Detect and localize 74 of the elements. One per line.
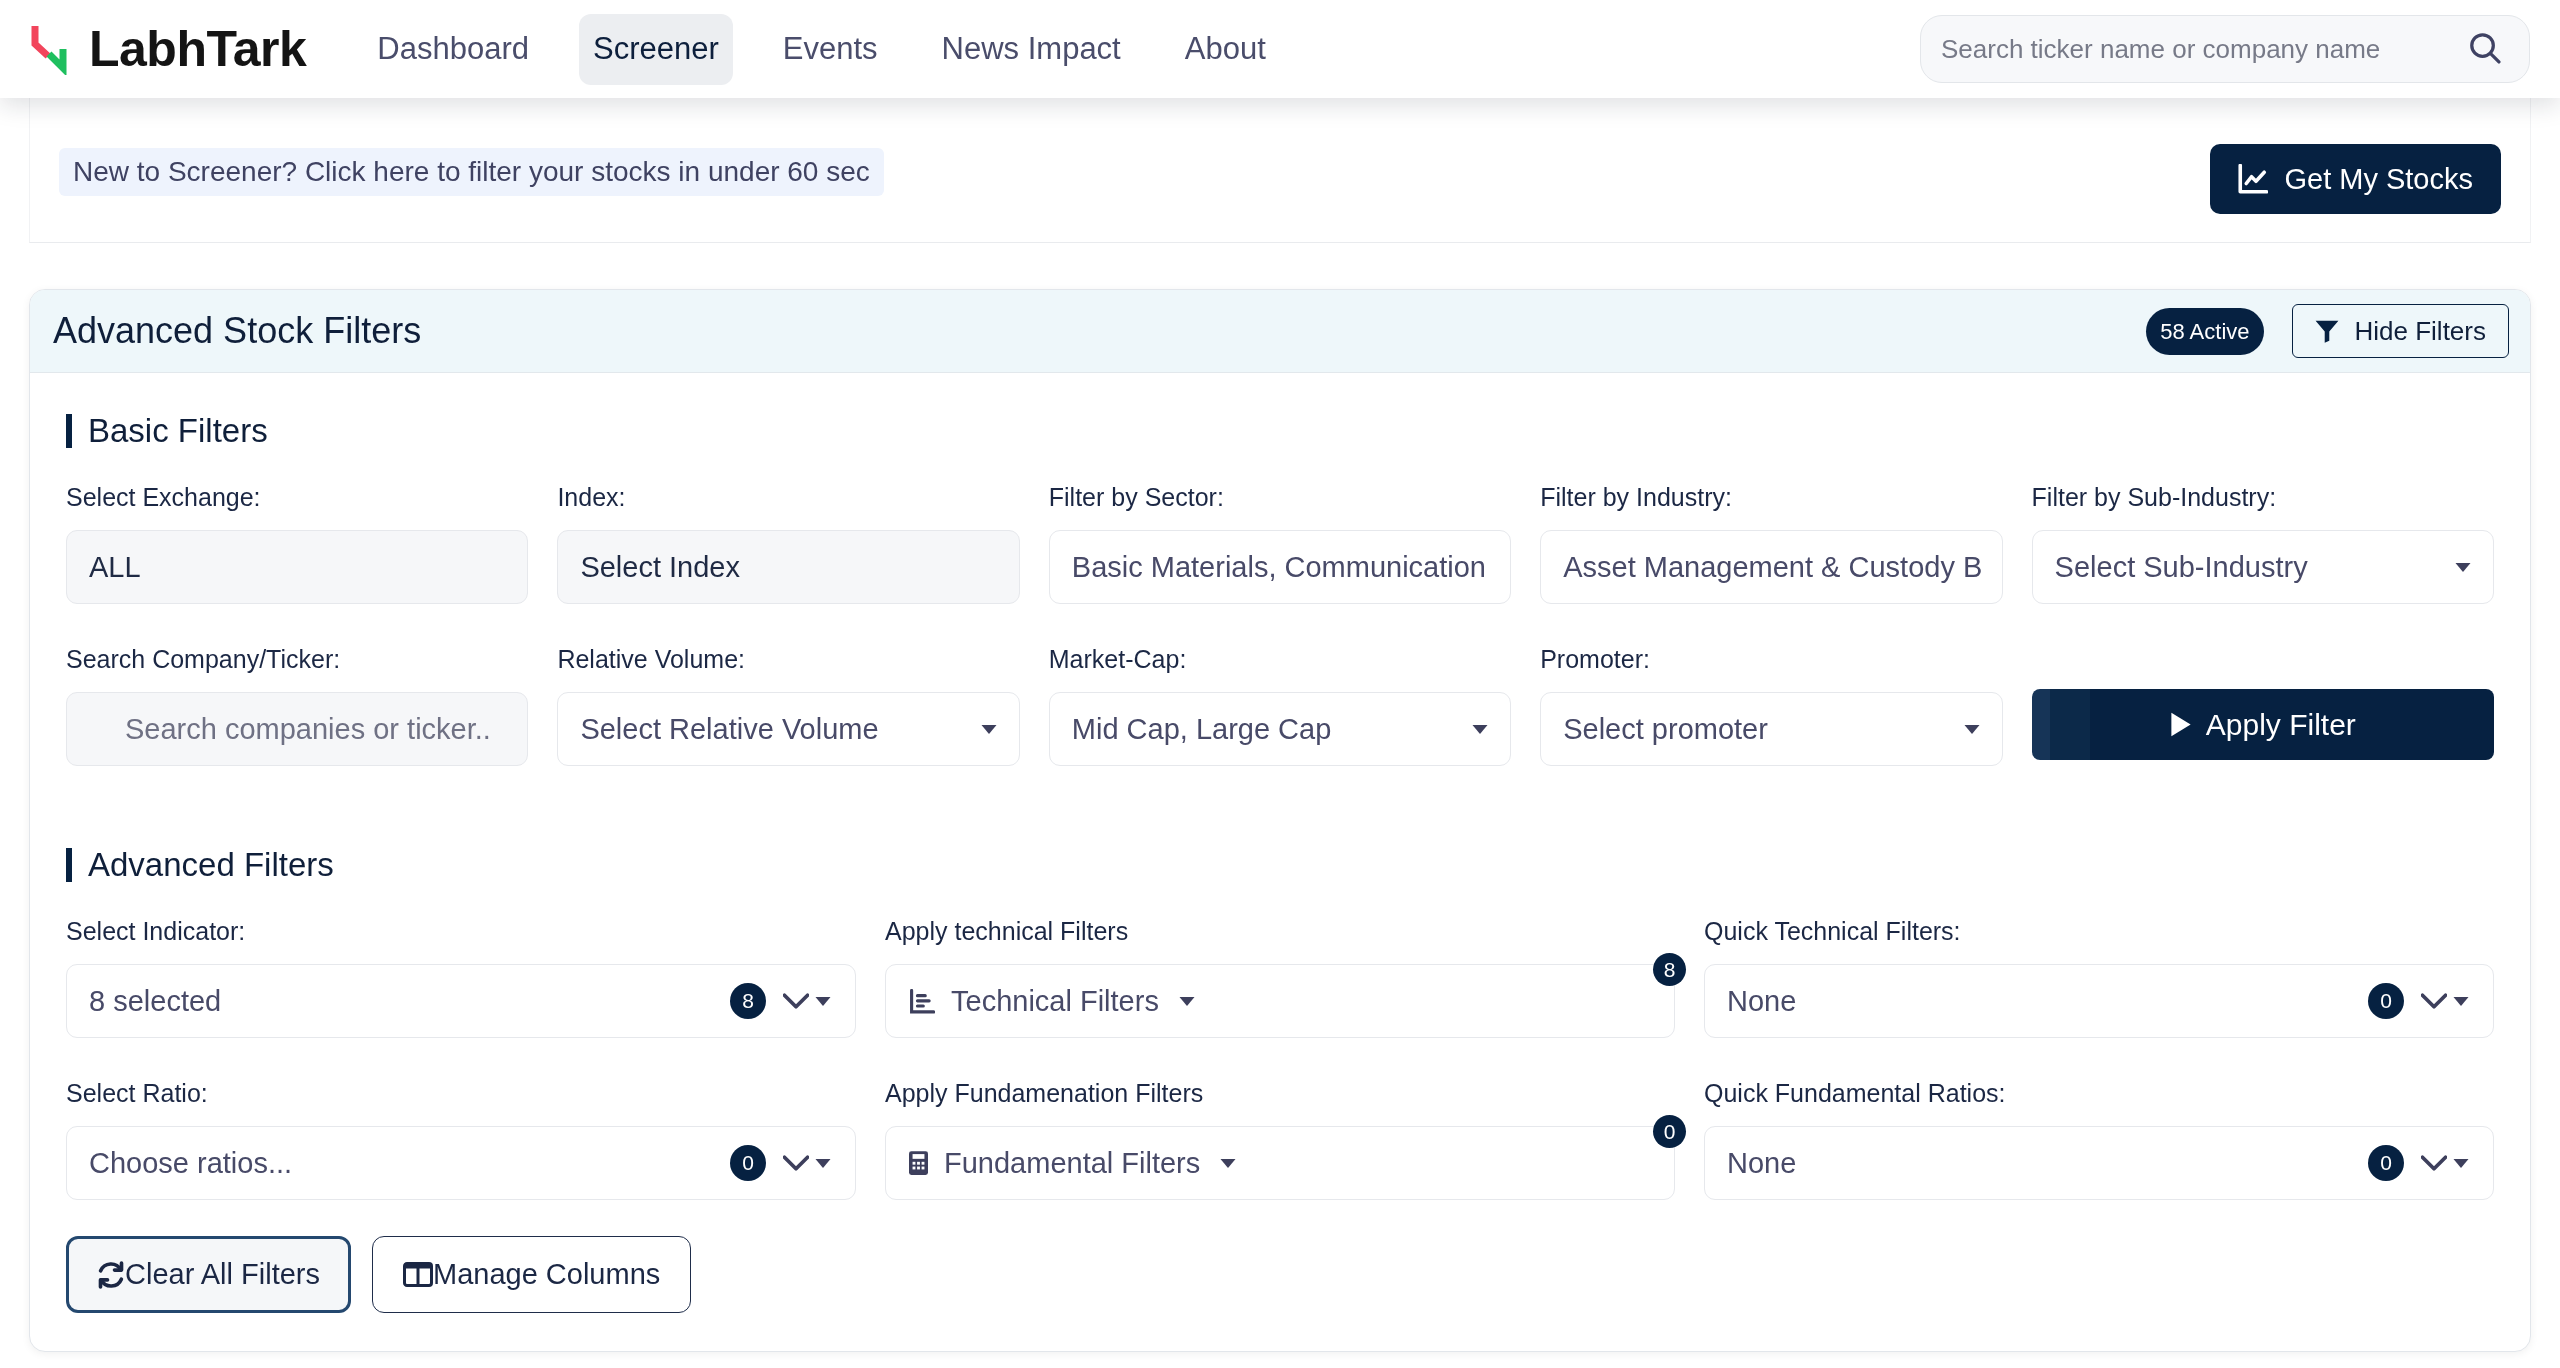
- nav-tab[interactable]: Dashboard: [363, 13, 543, 85]
- active-count-badge: 58 Active: [2146, 307, 2264, 355]
- apply-filter-button[interactable]: Apply Filter: [2031, 689, 2494, 760]
- dropdown-field[interactable]: Select Sub-Industry: [2031, 530, 2494, 604]
- field-label: Filter by Sub-Industry:: [2031, 482, 2277, 512]
- field-label: Search Company/Ticker:: [66, 644, 341, 674]
- play-icon: [2169, 712, 2192, 737]
- caret-icon: [1472, 724, 1489, 734]
- field-label: Filter by Sector:: [1048, 482, 1224, 512]
- caret-icon: [815, 996, 831, 1006]
- count-badge: 0: [2368, 983, 2404, 1019]
- field-label: Apply technical Filters: [885, 916, 1129, 946]
- section-heading: Basic Filters: [66, 414, 268, 448]
- field-label: Promoter:: [1540, 644, 1650, 674]
- calculator-icon: [909, 1151, 928, 1175]
- help-link[interactable]: New to Screener? Click here to filter your stocks in under 60 sec: [59, 148, 884, 196]
- field-label: Relative Volume:: [557, 644, 745, 674]
- field-label: Quick Fundamental Ratios:: [1704, 1078, 2006, 1108]
- line-chart-icon: [2238, 164, 2269, 194]
- select-field[interactable]: Asset Management & Custody B: [1540, 530, 2003, 604]
- dropdown-field[interactable]: Select promoter: [1540, 692, 2003, 766]
- nav-tab[interactable]: About: [1170, 13, 1280, 85]
- field-label: Quick Technical Filters:: [1704, 916, 1961, 946]
- logo-text[interactable]: LabhTark: [89, 20, 307, 78]
- multi-select-field[interactable]: None 0: [1704, 964, 2494, 1038]
- nav-tab[interactable]: Events: [768, 13, 892, 85]
- caret-icon: [2453, 996, 2469, 1006]
- field-label: Index:: [557, 482, 626, 512]
- caret-icon: [980, 724, 997, 734]
- clear-filters-button[interactable]: Clear All Filters: [66, 1236, 351, 1313]
- caret-icon: [2453, 1158, 2469, 1168]
- select-field[interactable]: Select Index: [557, 530, 1020, 604]
- count-badge: 8: [1653, 953, 1686, 986]
- search-field[interactable]: Search ticker name or company name: [1920, 15, 2530, 83]
- count-badge: 0: [1653, 1115, 1686, 1148]
- dropdown-field[interactable]: Mid Cap, Large Cap: [1048, 692, 1512, 766]
- chevron-down-icon: [2421, 1155, 2447, 1171]
- multi-select-field[interactable]: Choose ratios... 0: [66, 1126, 856, 1200]
- funnel-icon: [2314, 319, 2339, 343]
- caret-icon: [1963, 724, 1980, 734]
- multi-select-field[interactable]: 8 selected 8: [66, 964, 856, 1038]
- dropdown-field[interactable]: Select Relative Volume: [557, 692, 1020, 766]
- logo-icon: [29, 23, 69, 75]
- caret-icon: [815, 1158, 831, 1168]
- select-field[interactable]: ALL: [66, 530, 529, 604]
- chevron-down-icon: [783, 993, 809, 1009]
- hide-filters-button[interactable]: Hide Filters: [2291, 304, 2509, 358]
- field-label: Select Exchange:: [66, 482, 261, 512]
- field-label: Filter by Industry:: [1540, 482, 1732, 512]
- chevron-down-icon: [2421, 993, 2447, 1009]
- nav-tab[interactable]: News Impact: [927, 13, 1135, 85]
- count-badge: 0: [730, 1145, 766, 1181]
- refresh-icon: [97, 1260, 125, 1289]
- caret-icon: [1220, 1158, 1237, 1168]
- field-label: Apply Fundamenation Filters: [885, 1078, 1204, 1108]
- columns-icon: [403, 1262, 433, 1287]
- chevron-down-icon: [783, 1155, 809, 1171]
- field-label: Select Ratio:: [66, 1078, 208, 1108]
- search-field[interactable]: Search companies or ticker..: [66, 692, 529, 766]
- caret-icon: [2455, 562, 2471, 572]
- caret-icon: [1178, 996, 1195, 1006]
- multi-select-field[interactable]: None 0: [1704, 1126, 2494, 1200]
- field-label: Market-Cap:: [1048, 644, 1187, 674]
- nav-tab[interactable]: Screener: [579, 13, 733, 85]
- bar-chart-icon: [909, 988, 935, 1014]
- panel-title: Advanced Stock Filters: [53, 310, 422, 352]
- manage-columns-button[interactable]: Manage Columns: [372, 1236, 692, 1313]
- field-label: Select Indicator:: [66, 916, 246, 946]
- count-badge: 0: [2368, 1145, 2404, 1181]
- count-badge: 8: [730, 983, 766, 1019]
- section-heading: Advanced Filters: [66, 848, 334, 882]
- search-icon[interactable]: [2470, 33, 2501, 64]
- select-field[interactable]: Basic Materials, Communication: [1048, 530, 1512, 604]
- get-stocks-button[interactable]: Get My Stocks: [2210, 144, 2501, 214]
